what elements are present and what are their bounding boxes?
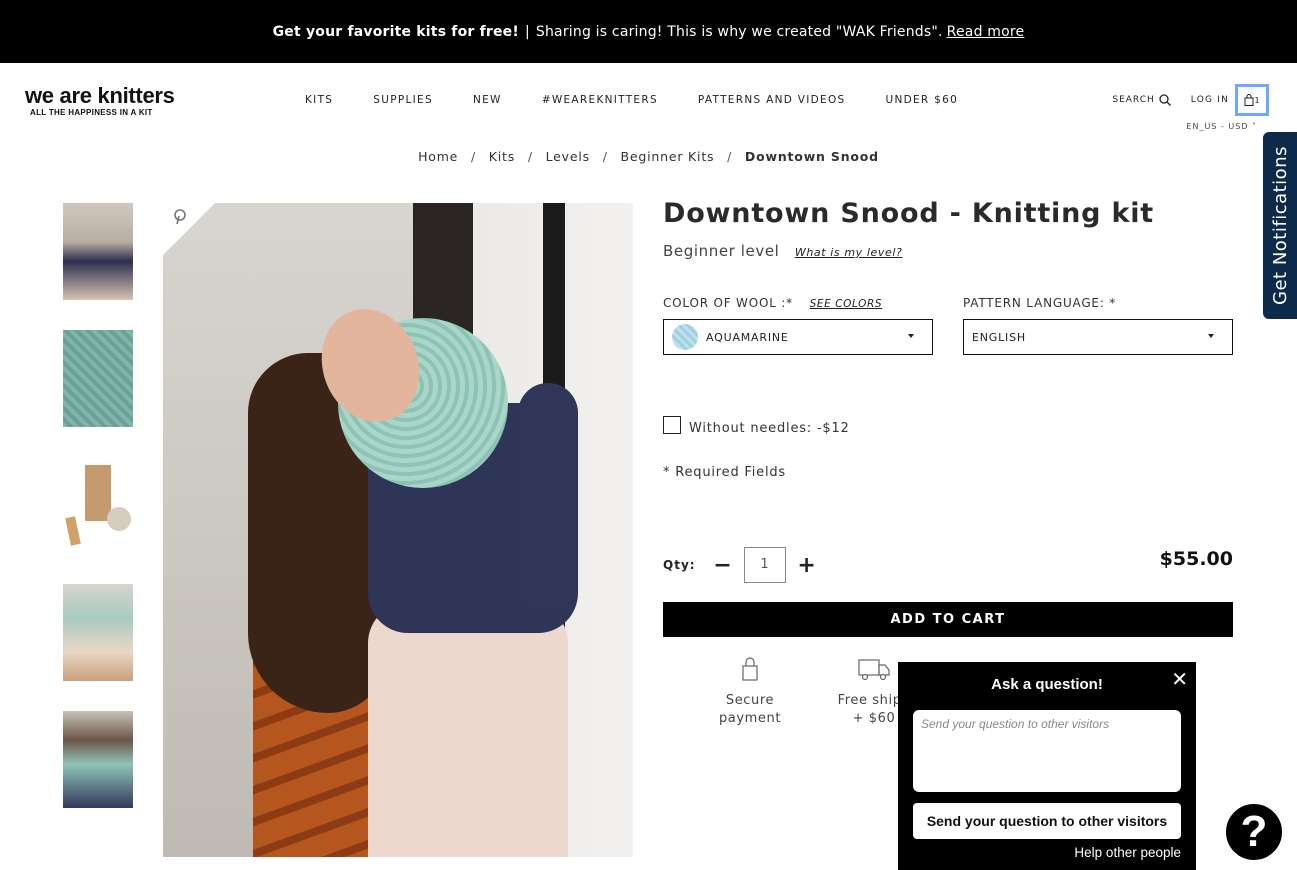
get-notifications-tab[interactable]: Get Notifications xyxy=(1263,132,1297,319)
minus-icon[interactable]: − xyxy=(712,553,734,578)
nav-kits[interactable]: KITS xyxy=(305,94,333,106)
breadcrumb-separator: / xyxy=(470,149,476,164)
level-text: Beginner level xyxy=(663,242,780,260)
thumbnail-2[interactable] xyxy=(63,330,133,427)
question-textarea[interactable]: Send your question to other visitors xyxy=(913,710,1181,792)
breadcrumb: Home / Kits / Levels / Beginner Kits / D… xyxy=(0,149,1297,164)
read-more-link[interactable]: Read more xyxy=(947,24,1025,40)
caret-down-icon xyxy=(908,334,914,338)
cart-count: 1 xyxy=(1254,95,1260,105)
thumbnail-1[interactable] xyxy=(63,203,133,300)
without-needles-label: Without needles: -$12 xyxy=(689,421,850,436)
logo[interactable]: we are knitters ALL THE HAPPINESS IN A K… xyxy=(25,83,175,118)
pattern-select-value: ENGLISH xyxy=(972,330,1026,344)
thumbnail-4[interactable] xyxy=(63,584,133,681)
color-label-text: COLOR OF WOOL :* xyxy=(663,296,793,310)
color-swatch xyxy=(672,324,698,350)
product-title: Downtown Snood - Knitting kit xyxy=(663,198,1154,229)
pattern-language-label: PATTERN LANGUAGE: * xyxy=(963,296,1117,310)
breadcrumb-kits[interactable]: Kits xyxy=(489,149,515,164)
search-icon xyxy=(1159,94,1171,106)
yarn-ball-image xyxy=(107,507,131,531)
breadcrumb-beginner-kits[interactable]: Beginner Kits xyxy=(621,149,715,164)
lock-icon xyxy=(742,657,758,681)
main-product-image[interactable] xyxy=(163,203,633,857)
locale-selector[interactable]: EN_US - USD ˅ xyxy=(1186,122,1257,131)
ask-question-title: Ask a question! xyxy=(991,676,1103,693)
login-link[interactable]: LOG IN xyxy=(1191,95,1229,105)
plus-icon[interactable]: + xyxy=(796,553,818,578)
announcement-bar: Get your favorite kits for free! | Shari… xyxy=(0,0,1297,63)
help-chat-button[interactable]: ? xyxy=(1224,802,1284,862)
close-icon[interactable]: ✕ xyxy=(1171,667,1188,692)
breadcrumb-home[interactable]: Home xyxy=(418,149,458,164)
nav-supplies[interactable]: SUPPLIES xyxy=(373,94,433,106)
ask-question-popup: Ask a question! ✕ Send your question to … xyxy=(898,662,1196,870)
search-button[interactable]: SEARCH xyxy=(1112,94,1171,106)
product-price: $55.00 xyxy=(1159,548,1233,570)
breadcrumb-separator: / xyxy=(727,149,733,164)
feature-secure-payment: Secure payment xyxy=(715,656,785,728)
pattern-language-select[interactable]: ENGLISH xyxy=(963,319,1233,355)
kit-box-image xyxy=(85,465,111,521)
bag-icon xyxy=(1244,94,1254,106)
truck-icon xyxy=(858,659,890,681)
cart-button[interactable]: 1 xyxy=(1235,84,1269,116)
color-label: COLOR OF WOOL :* SEE COLORS xyxy=(663,296,882,310)
main-nav: KITS SUPPLIES NEW #WEAREKNITTERS PATTERN… xyxy=(305,94,998,106)
get-notifications-label: Get Notifications xyxy=(1269,146,1291,305)
nav-new[interactable]: NEW xyxy=(473,94,502,106)
breadcrumb-current: Downtown Snood xyxy=(744,149,879,164)
search-label: SEARCH xyxy=(1112,95,1155,105)
logo-name: we are knitters xyxy=(25,83,175,108)
nav-patterns-videos[interactable]: PATTERNS AND VIDEOS xyxy=(698,94,846,106)
qty-label: Qty: xyxy=(663,558,696,572)
thumbnail-5[interactable] xyxy=(63,711,133,808)
locale-label: EN_US - USD xyxy=(1186,122,1249,131)
pinterest-icon[interactable] xyxy=(173,209,187,225)
thumbnail-3[interactable] xyxy=(63,457,133,554)
product-level: Beginner level What is my level? xyxy=(663,242,902,260)
add-to-cart-button[interactable]: ADD TO CART xyxy=(663,602,1233,637)
breadcrumb-separator: / xyxy=(602,149,608,164)
without-needles-checkbox[interactable] xyxy=(663,415,681,434)
header-actions: SEARCH LOG IN 1 xyxy=(1112,84,1269,116)
breadcrumb-levels[interactable]: Levels xyxy=(546,149,590,164)
breadcrumb-separator: / xyxy=(527,149,533,164)
pinterest-corner[interactable] xyxy=(163,203,215,255)
announcement-bold: Get your favorite kits for free! xyxy=(272,23,519,40)
required-fields-note: * Required Fields xyxy=(663,465,787,480)
feature-secure-line1: Secure xyxy=(725,693,775,708)
chevron-down-icon: ˅ xyxy=(1252,122,1257,131)
nav-under-60[interactable]: UNDER $60 xyxy=(885,94,958,106)
announcement-text: Sharing is caring! This is why we create… xyxy=(535,23,943,40)
thumbnail-gallery xyxy=(63,203,133,838)
logo-tagline: ALL THE HAPPINESS IN A KIT xyxy=(30,108,153,117)
needle-image xyxy=(65,516,81,546)
quantity-input[interactable]: 1 xyxy=(743,547,786,583)
see-colors-link[interactable]: SEE COLORS xyxy=(810,298,883,310)
color-select-value: AQUAMARINE xyxy=(706,330,789,344)
send-question-button[interactable]: Send your question to other visitors xyxy=(913,803,1181,839)
quantity-row: Qty: − 1 + $55.00 xyxy=(663,546,1233,584)
help-other-people-link[interactable]: Help other people xyxy=(1074,845,1181,860)
without-needles-option: Without needles: -$12 xyxy=(663,413,850,436)
feature-secure-line2: payment xyxy=(718,711,782,726)
nav-weareknitters[interactable]: #WEAREKNITTERS xyxy=(542,94,658,106)
color-select[interactable]: AQUAMARINE xyxy=(663,319,933,355)
announcement-separator: | xyxy=(524,23,530,40)
caret-down-icon xyxy=(1208,334,1214,338)
what-is-my-level-link[interactable]: What is my level? xyxy=(795,246,903,259)
